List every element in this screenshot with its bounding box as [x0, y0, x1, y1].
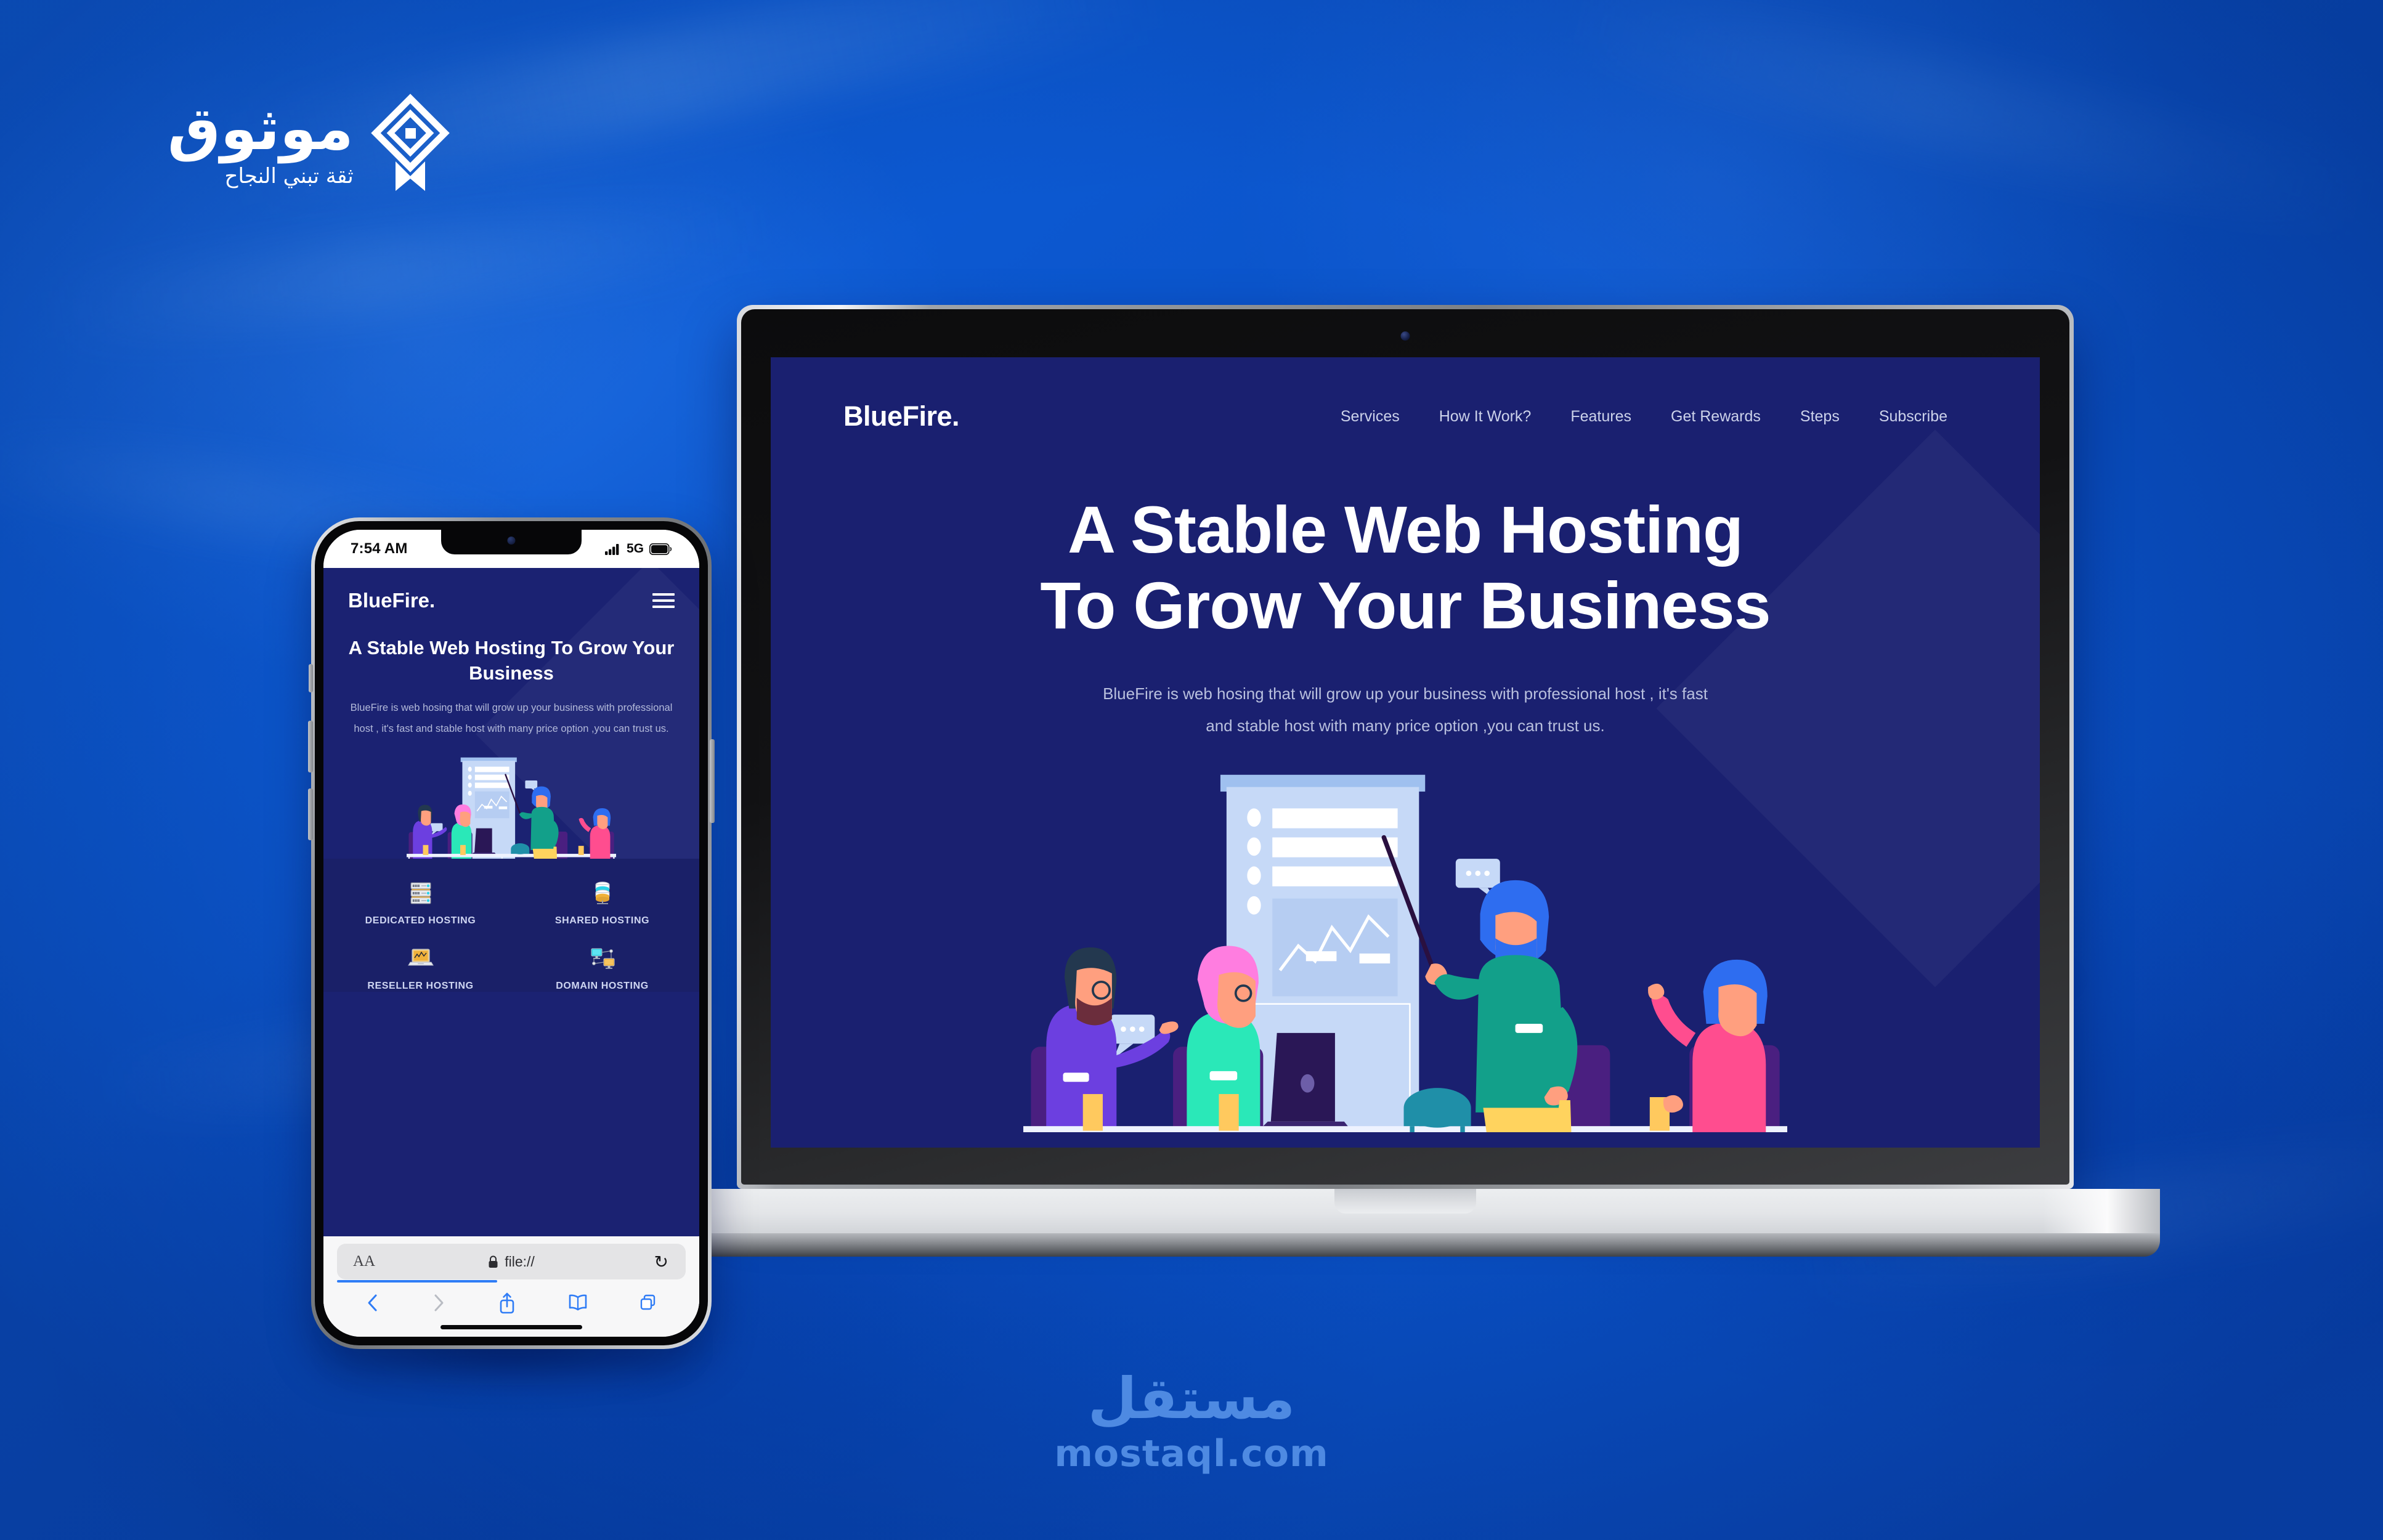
cellular-bars-icon: [604, 543, 619, 555]
safari-browser-bar: AA file:// ↻: [323, 1236, 699, 1337]
chevron-left-icon[interactable]: [365, 1291, 381, 1315]
mobile-illustration-wrapper: [323, 751, 699, 859]
hero-paragraph: BlueFire is web hosing that will grow up…: [1042, 678, 1769, 742]
service-card-dedicated-hosting[interactable]: DEDICATED HOSTING: [330, 880, 511, 926]
hero-illustration-wrapper: [771, 763, 2040, 1133]
phone-screen: 7:54 AM 5G BlueFire. A Stable Web Hostin…: [323, 530, 699, 1337]
phone-volume-up-button[interactable]: [308, 721, 313, 772]
laptop-lid: BlueFire. Services How It Work? Features…: [737, 305, 2074, 1189]
mobile-hero-section: A Stable Web Hosting To Grow Your Busine…: [323, 612, 699, 740]
webcam-icon: [1400, 331, 1410, 341]
service-label: DEDICATED HOSTING: [365, 915, 476, 926]
status-bar-indicators: 5G: [604, 541, 672, 556]
laptop-trackpad-notch: [1334, 1189, 1476, 1214]
hamburger-menu-icon[interactable]: [652, 593, 675, 608]
phone-power-button[interactable]: [710, 739, 715, 823]
mobile-services-section: DEDICATED HOSTING SHARED HOSTING RESELLE…: [323, 859, 699, 992]
business-meeting-illustration: [1023, 774, 1787, 1133]
network-monitors-icon: [591, 948, 614, 969]
service-card-reseller-hosting[interactable]: RESELLER HOSTING: [330, 945, 511, 992]
laptop-device: BlueFire. Services How It Work? Features…: [651, 305, 2160, 1257]
safari-toolbar: [323, 1279, 699, 1319]
front-camera-icon: [507, 537, 516, 545]
network-type-label: 5G: [626, 541, 644, 556]
mobile-site-brand-logo[interactable]: BlueFire.: [348, 589, 435, 612]
nav-item-get-rewards[interactable]: Get Rewards: [1651, 408, 1780, 426]
battery-full-icon: [649, 543, 672, 555]
mostaql-arabic-wordmark: مستقل: [1087, 1366, 1296, 1432]
phone-status-bar: 7:54 AM 5G: [323, 530, 699, 568]
service-label: DOMAIN HOSTING: [556, 981, 649, 992]
nav-item-steps[interactable]: Steps: [1780, 408, 1859, 426]
service-card-shared-hosting[interactable]: SHARED HOSTING: [511, 880, 693, 926]
home-indicator[interactable]: [440, 1325, 582, 1329]
phone-bezel: 7:54 AM 5G BlueFire. A Stable Web Hostin…: [315, 521, 708, 1345]
service-label: RESELLER HOSTING: [367, 981, 474, 992]
hamburger-line: [652, 606, 675, 608]
mobile-site-header: BlueFire.: [323, 568, 699, 612]
chevron-right-icon: [434, 1294, 444, 1311]
moathaq-wordmark: موثوق: [168, 94, 354, 164]
phone-frame: 7:54 AM 5G BlueFire. A Stable Web Hostin…: [308, 517, 715, 1349]
hero-section: A Stable Web Hosting To Grow Your Busine…: [771, 432, 2040, 742]
page-load-progress: [337, 1280, 498, 1283]
nav-item-features[interactable]: Features: [1551, 408, 1651, 426]
address-bar[interactable]: AA file:// ↻: [337, 1244, 686, 1283]
share-icon[interactable]: [497, 1291, 517, 1315]
laptop-base: [651, 1189, 2160, 1257]
phone-notch: [441, 530, 582, 554]
hero-headline-line-2: To Grow Your Business: [1040, 568, 1771, 643]
laptop-chart-icon: [407, 949, 434, 966]
site-brand-logo[interactable]: BlueFire.: [843, 400, 960, 432]
laptop-front-lip: [651, 1233, 2160, 1257]
nav-item-services[interactable]: Services: [1321, 408, 1419, 426]
hamburger-line: [652, 593, 675, 596]
mobile-hero-headline: A Stable Web Hosting To Grow Your Busine…: [348, 637, 675, 684]
mobile-hero-paragraph: BlueFire is web hosing that will grow up…: [350, 702, 673, 735]
hamburger-line: [652, 599, 675, 602]
moathaq-logo: موثوق ثقة تبني النجاح: [168, 92, 451, 197]
phone-volume-down-button[interactable]: [308, 788, 313, 840]
text-size-button[interactable]: AA: [353, 1253, 375, 1270]
address-bar-content: file://: [488, 1254, 535, 1270]
book-icon[interactable]: [567, 1291, 588, 1315]
nav-item-how-it-work[interactable]: How It Work?: [1419, 408, 1551, 426]
laptop-screen: BlueFire. Services How It Work? Features…: [771, 357, 2040, 1148]
server-rack-icon: [410, 882, 431, 904]
phone-device: 7:54 AM 5G BlueFire. A Stable Web Hostin…: [308, 517, 715, 1380]
hero-headline: A Stable Web Hosting To Grow Your Busine…: [771, 492, 2040, 643]
nav-item-subscribe[interactable]: Subscribe: [1859, 408, 1967, 426]
laptop-bezel: BlueFire. Services How It Work? Features…: [741, 309, 2069, 1185]
mobile-site-page: BlueFire. A Stable Web Hosting To Grow Y…: [323, 568, 699, 1236]
lock-icon: [489, 1255, 498, 1268]
phone-mute-switch[interactable]: [309, 664, 313, 692]
site-header: BlueFire. Services How It Work? Features…: [771, 357, 2040, 432]
service-label: SHARED HOSTING: [554, 915, 650, 926]
reload-icon[interactable]: ↻: [654, 1252, 668, 1272]
url-text: file://: [505, 1253, 535, 1270]
hero-paragraph-line-1: BlueFire is web hosing that will grow up…: [1103, 684, 1708, 703]
site-navigation: Services How It Work? Features Get Rewar…: [1321, 408, 1967, 426]
status-bar-time: 7:54 AM: [351, 540, 408, 557]
diamond-layers-mark-icon: [370, 94, 450, 191]
business-meeting-illustration-mobile: [407, 757, 616, 859]
mostaql-watermark: مستقل mostaql.com: [1054, 1366, 1329, 1476]
database-cylinder-icon: [595, 881, 609, 904]
mobile-services-grid: DEDICATED HOSTING SHARED HOSTING RESELLE…: [330, 880, 693, 992]
moathaq-logo-text: موثوق ثقة تبني النجاح: [168, 94, 354, 188]
hero-headline-line-1: A Stable Web Hosting: [1067, 492, 1744, 567]
mostaql-domain-text: mostaql.com: [1054, 1432, 1329, 1475]
hero-paragraph-line-2: and stable host with many price option ,…: [1206, 716, 1605, 736]
moathaq-tagline: ثقة تبني النجاح: [224, 163, 354, 188]
laptop-deck: [651, 1189, 2160, 1233]
tabs-icon[interactable]: [638, 1291, 658, 1315]
service-card-domain-hosting[interactable]: DOMAIN HOSTING: [511, 945, 693, 992]
